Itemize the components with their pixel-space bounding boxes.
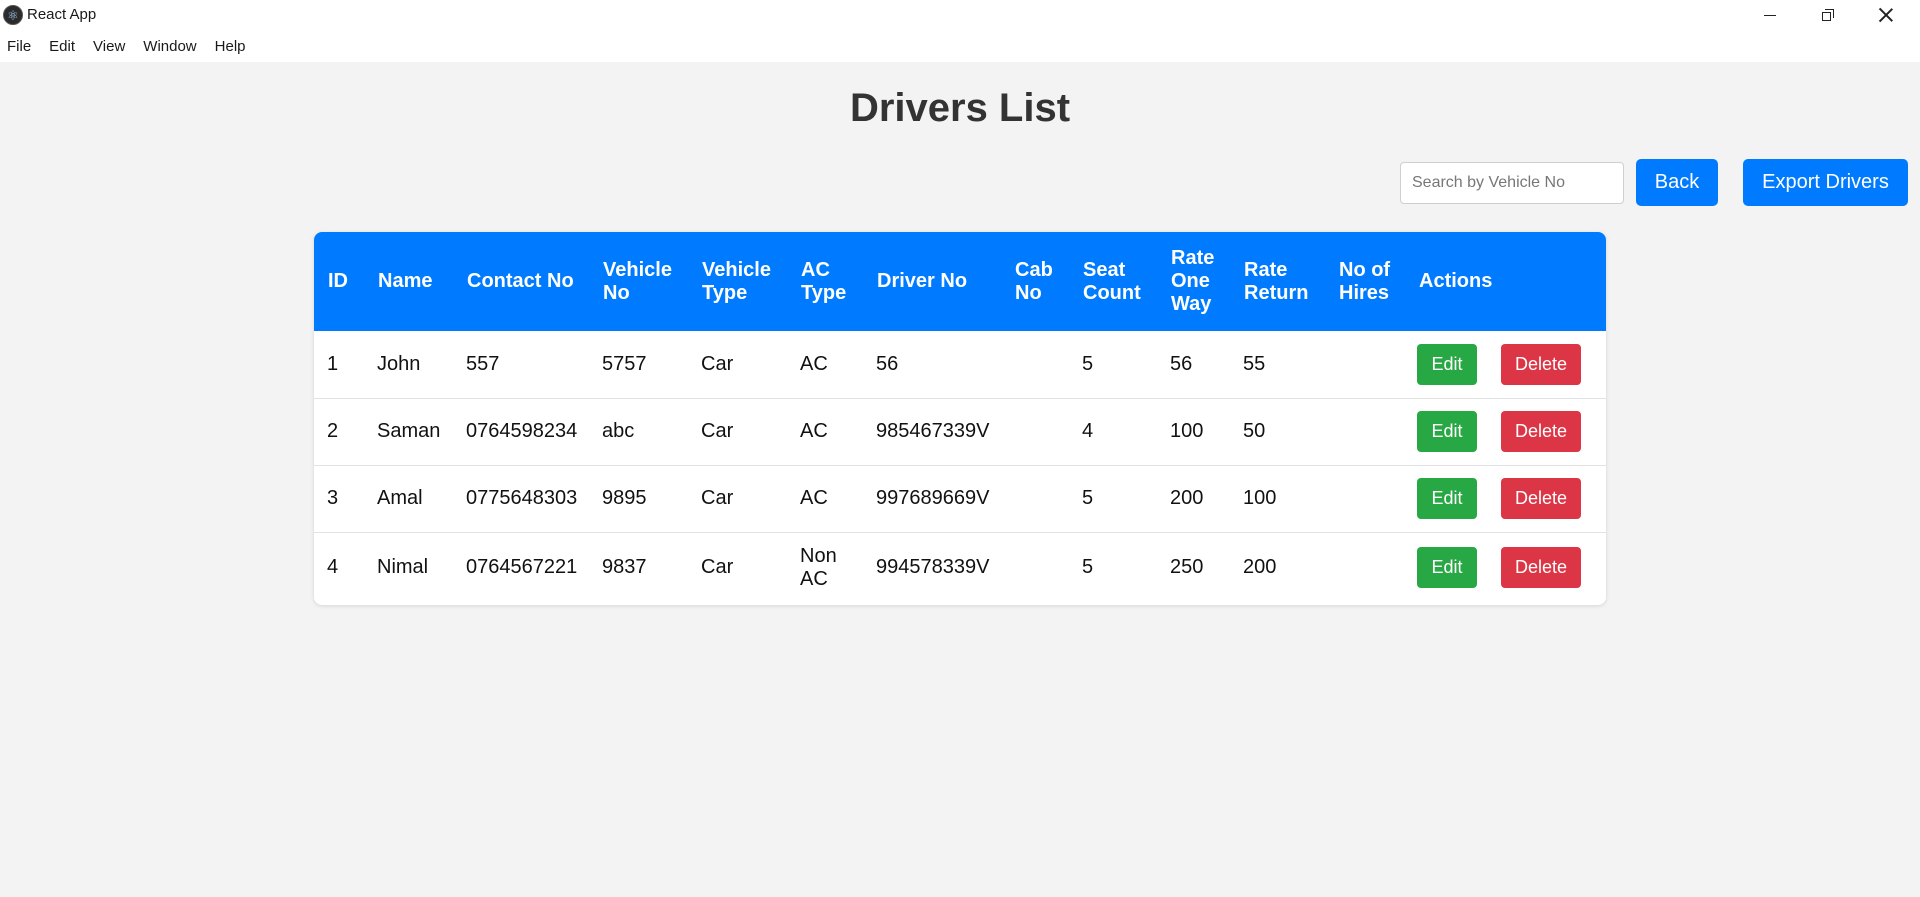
table-row: 1 John 557 5757 Car AC 56 5 56 55 Edit De… [314,331,1606,398]
delete-button[interactable]: Delete [1501,547,1581,589]
cell-actions: Edit Delete [1405,532,1606,603]
cell-vehicle-no: 9837 [602,556,647,579]
table-row: 3 Amal 0775648303 9895 Car AC 997689669V… [314,465,1606,532]
cell-actions: Edit Delete [1405,465,1606,532]
cell-seat-count: 5 [1082,487,1094,509]
edit-button[interactable]: Edit [1417,547,1477,589]
col-header-cab-no: Cab No [1015,258,1053,304]
close-button[interactable] [1857,0,1915,30]
cell-no-of-hires [1325,465,1405,532]
edit-button[interactable]: Edit [1417,411,1477,452]
cell-name: Amal [377,487,423,509]
cell-cab-no [1001,465,1069,532]
table-header-row: ID Name Contact No Vehicle No Vehicle Ty… [314,232,1606,331]
cell-contact: 0775648303 [466,487,578,509]
cell-name: Nimal [377,556,429,579]
cell-rate-one-way: 200 [1170,487,1204,509]
delete-button[interactable]: Delete [1501,478,1581,519]
menu-help[interactable]: Help [215,38,246,55]
cell-driver-no: 56 [876,352,899,375]
cell-no-of-hires [1325,398,1405,465]
cell-actions: Edit Delete [1405,398,1606,465]
drivers-table: ID Name Contact No Vehicle No Vehicle Ty… [314,232,1606,603]
cell-cab-no [1001,532,1069,603]
cell-cab-no [1001,331,1069,398]
delete-button[interactable]: Delete [1501,411,1581,452]
cell-name: John [377,352,421,375]
drivers-table-card: ID Name Contact No Vehicle No Vehicle Ty… [314,232,1606,605]
search-input[interactable] [1400,162,1624,204]
page-title: Drivers List [849,86,1071,130]
cell-name: Saman [377,420,441,442]
col-header-ac-type: AC Type [801,258,847,304]
cell-driver-no: 994578339V [876,556,990,579]
menu-file[interactable]: File [7,38,31,55]
col-header-rate-one-way: Rate One Way [1171,247,1215,315]
delete-button[interactable]: Delete [1501,343,1581,385]
cell-actions: Edit Delete [1405,331,1606,398]
back-button[interactable]: Back [1636,159,1718,206]
cell-no-of-hires [1325,532,1405,603]
minimize-icon [1764,14,1776,16]
cell-vehicle-type: Car [701,420,734,442]
edit-button[interactable]: Edit [1417,478,1477,519]
cell-contact: 557 [466,352,500,375]
minimize-button[interactable] [1741,0,1799,30]
col-header-rate-return: Rate Return [1244,258,1309,304]
cell-ac-type: Non AC [800,544,837,590]
col-header-actions: Actions [1419,270,1493,292]
col-header-seat-count: Seat Count [1083,258,1141,304]
cell-ac-type: AC [800,420,828,442]
export-drivers-button[interactable]: Export Drivers [1743,159,1908,206]
cell-rate-return: 200 [1243,556,1277,579]
menu-edit[interactable]: Edit [49,38,75,55]
menu-bar: File Edit View Window Help [0,30,1920,62]
cell-rate-one-way: 56 [1170,352,1193,375]
edit-button[interactable]: Edit [1417,343,1477,385]
cell-driver-no: 997689669V [876,487,990,509]
window-title: React App [27,6,97,23]
cell-rate-return: 55 [1243,352,1266,375]
cell-no-of-hires [1325,331,1405,398]
cell-rate-return: 50 [1243,420,1266,442]
cell-ac-type: AC [800,487,828,509]
col-header-vehicle-no: Vehicle No [603,258,672,304]
cell-id: 2 [327,420,339,442]
cell-id: 3 [327,487,339,509]
table-row: 2 Saman 0764598234 abc Car AC 985467339V… [314,398,1606,465]
cell-vehicle-type: Car [701,487,734,509]
col-header-driver-no: Driver No [877,270,968,292]
cell-driver-no: 985467339V [876,420,990,442]
cell-contact: 0764567221 [466,556,578,579]
cell-cab-no [1001,398,1069,465]
cell-contact: 0764598234 [466,420,578,442]
cell-vehicle-no: 9895 [602,487,647,509]
col-header-contact-no: Contact No [467,270,574,292]
restore-button[interactable] [1799,0,1857,30]
close-icon [1879,8,1893,22]
menu-view[interactable]: View [93,38,125,55]
cell-rate-one-way: 250 [1170,556,1204,579]
cell-seat-count: 5 [1082,556,1094,579]
cell-id: 1 [327,352,339,375]
cell-rate-one-way: 100 [1170,420,1204,442]
restore-icon [1822,9,1834,21]
col-header-name: Name [378,270,433,292]
cell-seat-count: 4 [1082,420,1094,442]
menu-window[interactable]: Window [143,38,196,55]
cell-seat-count: 5 [1082,352,1094,375]
cell-ac-type: AC [800,352,828,375]
col-header-vehicle-type: Vehicle Type [702,258,771,304]
cell-vehicle-no: abc [602,420,635,442]
cell-vehicle-no: 5757 [602,352,647,375]
react-atom-icon: ⚛ [3,5,23,25]
col-header-id: ID [328,270,348,292]
table-row: 4 Nimal 0764567221 9837 Car Non AC 99457… [314,532,1606,603]
cell-id: 4 [327,556,339,579]
cell-rate-return: 100 [1243,487,1277,509]
window-titlebar: ⚛ React App [0,0,1920,30]
cell-vehicle-type: Car [701,556,734,579]
col-header-no-of-hires: No of Hires [1339,258,1391,304]
cell-vehicle-type: Car [701,352,734,375]
